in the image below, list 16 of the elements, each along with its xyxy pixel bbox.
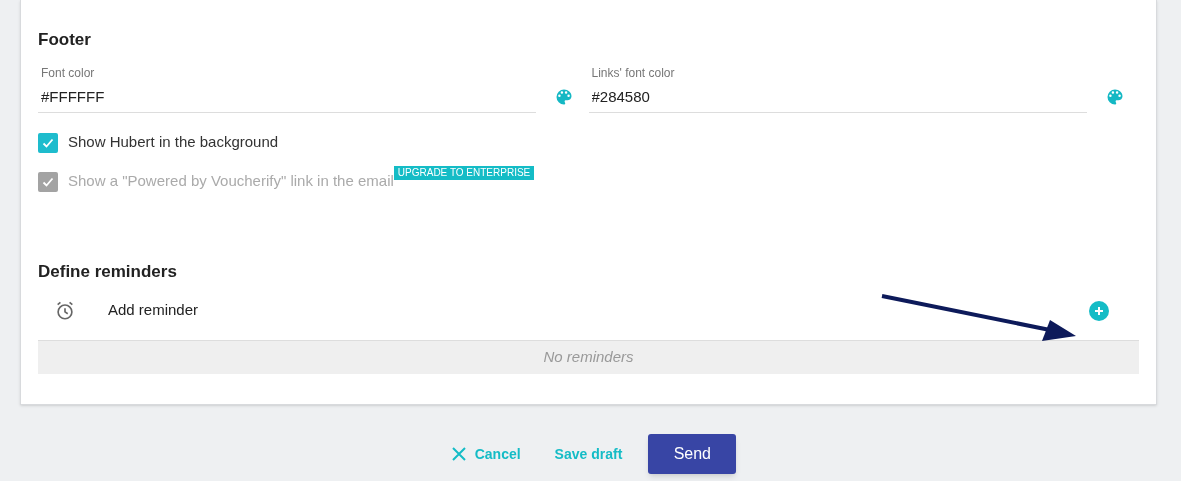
checkbox[interactable] xyxy=(38,132,58,153)
field-label: Font color xyxy=(40,66,96,80)
color-field[interactable]: #284580 xyxy=(588,83,1087,113)
checkbox-label: Show Hubert in the background xyxy=(68,132,279,153)
field-label: Links' font color xyxy=(590,66,676,80)
checkbox-label: Show a "Powered by Voucherify" link in the email xyxy=(68,171,394,192)
color-field[interactable]: #FFFFFF xyxy=(38,83,536,113)
close-icon xyxy=(450,446,467,462)
alarm-clock-icon xyxy=(54,299,76,322)
empty-message: No reminders xyxy=(543,346,634,367)
add-button[interactable] xyxy=(1089,300,1109,321)
section-title: Footer xyxy=(38,30,92,50)
add-reminder-label: Add reminder xyxy=(108,300,199,321)
plus-icon xyxy=(1094,305,1104,316)
section-title: Define reminders xyxy=(38,261,178,282)
send-button[interactable]: Send xyxy=(648,434,737,474)
